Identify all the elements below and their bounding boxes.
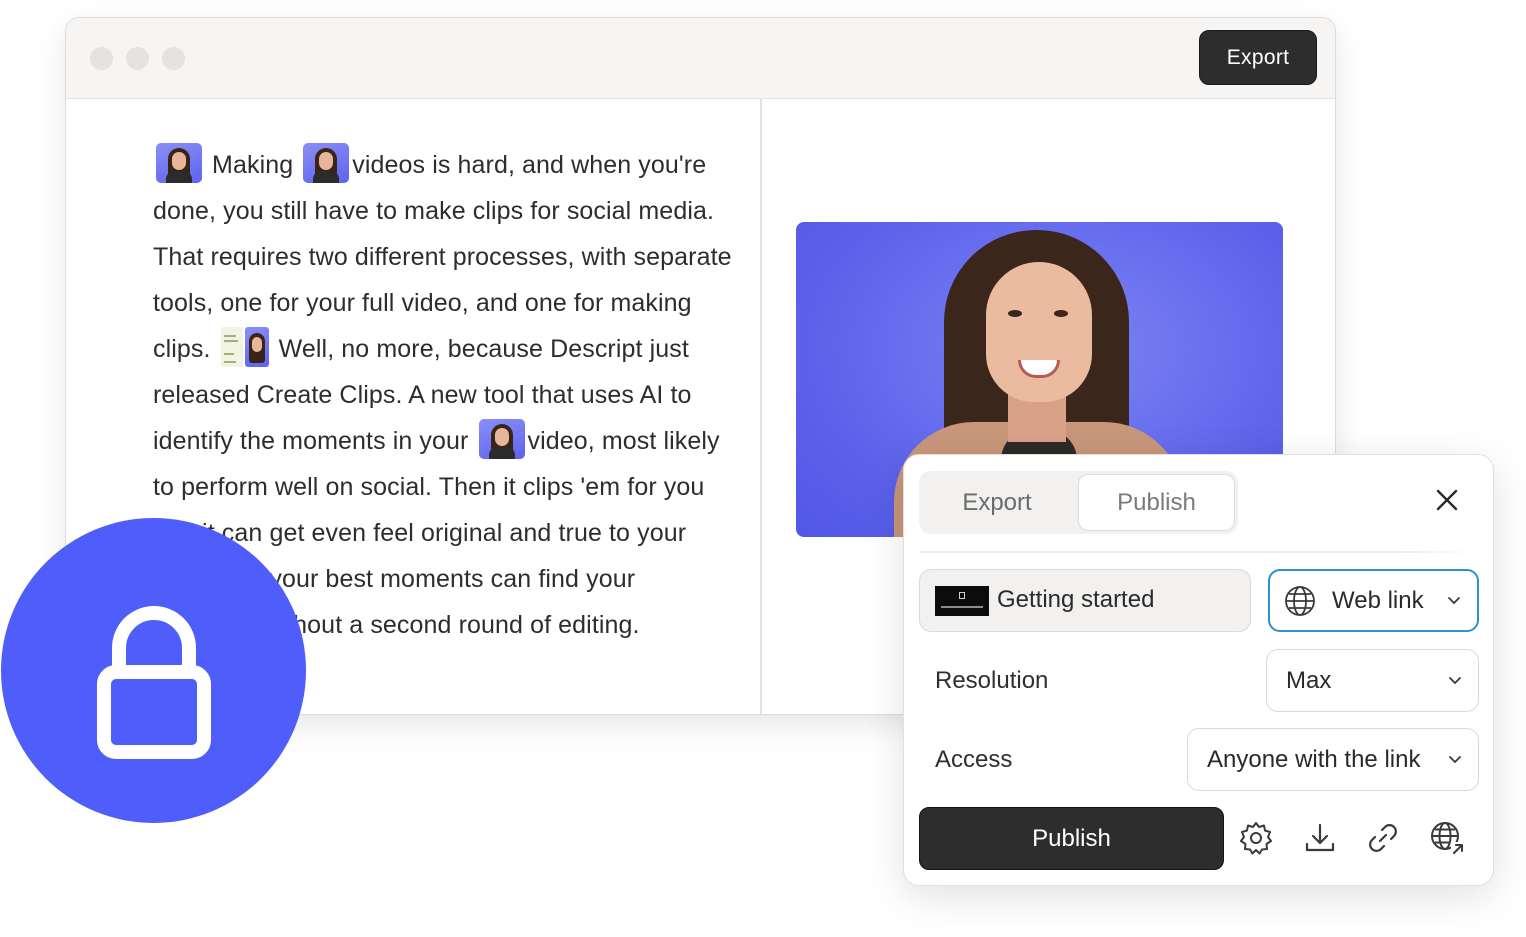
export-button[interactable]: Export	[1199, 30, 1317, 85]
globe-share-icon[interactable]	[1429, 820, 1465, 856]
project-selector[interactable]: Getting started	[919, 569, 1251, 632]
title-bar: Export	[66, 18, 1335, 99]
speaker-clip-thumbnail[interactable]	[156, 143, 202, 183]
project-name: Getting started	[997, 586, 1155, 613]
panel-divider	[919, 551, 1478, 553]
chevron-down-icon	[1448, 596, 1460, 604]
destination-dropdown[interactable]: Web link	[1268, 569, 1479, 632]
resolution-dropdown[interactable]: Max	[1266, 649, 1479, 712]
chevron-down-icon	[1449, 755, 1461, 763]
publish-button[interactable]: Publish	[919, 807, 1224, 870]
access-label: Access	[935, 745, 1013, 773]
resolution-label: Resolution	[935, 666, 1049, 694]
speaker-clip-thumbnail[interactable]	[303, 143, 350, 183]
speaker-clip-thumbnail[interactable]	[478, 419, 525, 459]
resolution-value: Max	[1286, 666, 1332, 694]
lock-icon	[97, 606, 211, 759]
download-icon[interactable]	[1302, 820, 1338, 856]
chevron-down-icon	[1449, 676, 1461, 684]
window-close-dot[interactable]	[90, 47, 113, 70]
presenter-eye	[1008, 310, 1022, 317]
lock-badge	[1, 518, 306, 823]
window-minimize-dot[interactable]	[126, 47, 149, 70]
access-dropdown[interactable]: Anyone with the link	[1187, 728, 1479, 791]
access-value: Anyone with the link	[1207, 745, 1421, 773]
scene-thumbnail[interactable]	[220, 327, 269, 367]
pane-divider[interactable]	[760, 99, 762, 714]
link-icon[interactable]	[1365, 820, 1401, 856]
panel-tabs: Export Publish	[919, 471, 1238, 534]
presenter-eye	[1054, 310, 1068, 317]
project-thumbnail	[935, 586, 989, 616]
window-zoom-dot[interactable]	[162, 47, 185, 70]
tab-publish[interactable]: Publish	[1078, 474, 1235, 531]
destination-value: Web link	[1332, 586, 1424, 614]
tab-export[interactable]: Export	[922, 474, 1072, 531]
publish-panel: Export Publish Getting started Web link …	[903, 454, 1494, 886]
gear-icon[interactable]	[1238, 820, 1274, 856]
presenter-face	[986, 262, 1092, 402]
globe-icon	[1285, 586, 1315, 616]
close-icon[interactable]	[1432, 485, 1462, 515]
transcript-text[interactable]: Making	[212, 151, 293, 179]
